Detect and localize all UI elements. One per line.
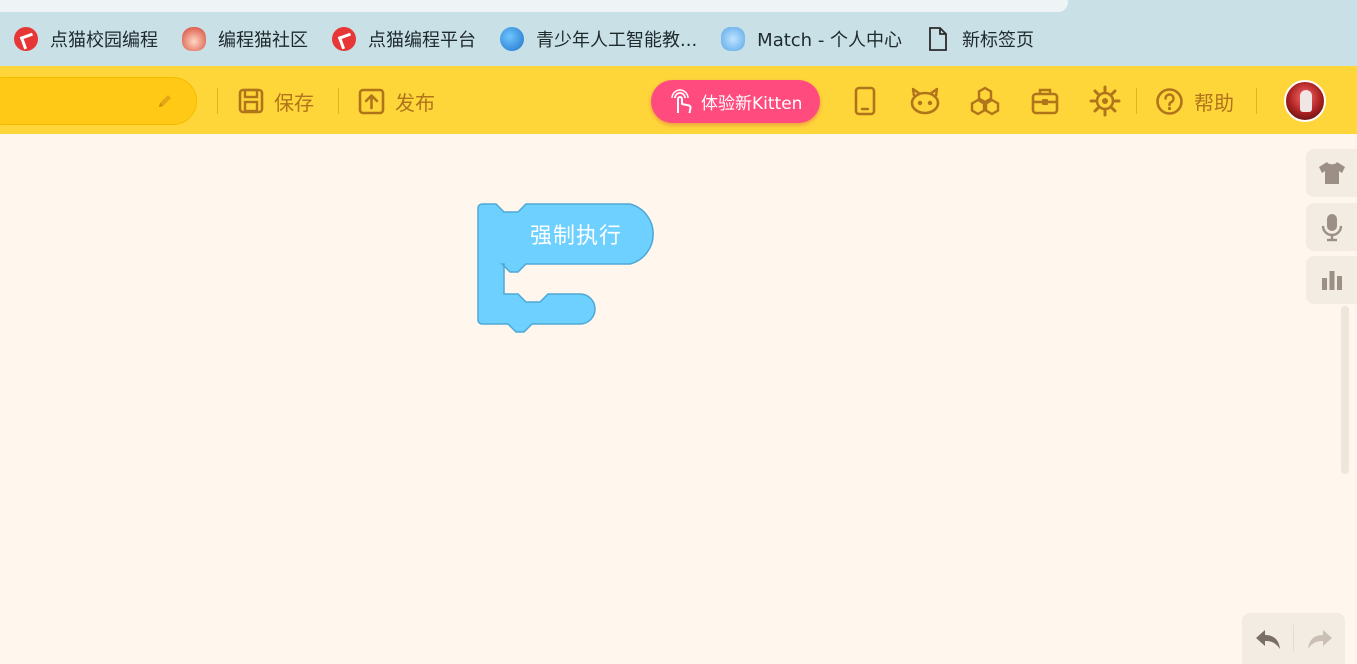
toolbar-divider xyxy=(217,88,218,114)
sound-tab[interactable] xyxy=(1306,203,1357,251)
character-button[interactable] xyxy=(908,84,942,118)
save-label: 保存 xyxy=(274,90,314,115)
settings-button[interactable] xyxy=(1088,84,1122,118)
pencil-icon xyxy=(159,95,171,107)
toolbar-divider xyxy=(1256,88,1257,114)
project-name-input[interactable] xyxy=(0,77,197,125)
browser-tab-strip xyxy=(0,0,1357,12)
toolbox-icon xyxy=(1031,88,1059,115)
bookmark-label: 点猫编程平台 xyxy=(368,30,476,51)
try-kitten-button[interactable]: 体验新Kitten xyxy=(651,80,820,123)
undo-redo-panel xyxy=(1242,613,1345,664)
globe-icon xyxy=(500,27,524,51)
block-label: 强制执行 xyxy=(530,224,623,249)
try-kitten-label: 体验新Kitten xyxy=(701,94,803,114)
gear-icon xyxy=(1089,85,1121,117)
undo-button[interactable] xyxy=(1253,625,1283,653)
microphone-icon xyxy=(1321,214,1342,242)
bird-icon xyxy=(721,27,746,51)
help-button[interactable]: 帮助 xyxy=(1155,84,1234,118)
undo-icon xyxy=(1256,630,1280,649)
costume-tab[interactable] xyxy=(1306,149,1357,197)
backpack-button[interactable] xyxy=(1028,84,1062,118)
save-button[interactable]: 保存 xyxy=(238,84,314,118)
toolbar-divider xyxy=(1136,88,1137,114)
toolbar-divider xyxy=(338,88,339,114)
help-circle-icon xyxy=(1156,87,1183,115)
bookmark-label: 新标签页 xyxy=(962,30,1035,51)
codemao-cat-icon xyxy=(182,27,206,51)
bookmark-dianmao-school[interactable]: 点猫校园编程 xyxy=(14,26,158,52)
bookmark-label: 编程猫社区 xyxy=(218,30,308,51)
device-preview-button[interactable] xyxy=(848,84,882,118)
hexagons-icon xyxy=(970,86,1000,116)
publish-icon xyxy=(358,88,385,114)
bookmark-new-tab[interactable]: 新标签页 xyxy=(926,26,1034,52)
publish-label: 发布 xyxy=(395,90,435,115)
bookmark-dianmao-platform[interactable]: 点猫编程平台 xyxy=(332,26,476,52)
bookmark-label: 青少年人工智能教... xyxy=(536,30,698,51)
help-label: 帮助 xyxy=(1194,90,1234,115)
save-icon xyxy=(238,88,264,114)
address-bar[interactable] xyxy=(0,0,1068,12)
redo-button[interactable] xyxy=(1305,625,1335,653)
variables-tab[interactable] xyxy=(1306,256,1357,304)
cat-face-icon xyxy=(910,87,940,115)
dianmao-icon xyxy=(332,27,356,51)
tablet-icon xyxy=(854,86,876,116)
bookmark-label: 点猫校园编程 xyxy=(50,30,158,51)
undo-redo-divider xyxy=(1293,625,1294,651)
redo-icon xyxy=(1308,630,1332,649)
page-icon xyxy=(926,27,950,51)
bookmarks-bar: 点猫校园编程 编程猫社区 点猫编程平台 青少年人工智能教... Match - … xyxy=(0,12,1357,66)
dianmao-icon xyxy=(14,27,38,51)
shirt-icon xyxy=(1318,162,1345,184)
bookmark-label: Match - 个人中心 xyxy=(757,30,903,51)
touch-hand-icon xyxy=(671,88,692,113)
user-avatar[interactable] xyxy=(1284,80,1326,122)
workspace-scrollbar[interactable] xyxy=(1341,306,1349,474)
bar-chart-icon xyxy=(1321,271,1342,290)
publish-button[interactable]: 发布 xyxy=(358,84,435,118)
code-workspace[interactable] xyxy=(0,134,1357,664)
bookmark-ai-education[interactable]: 青少年人工智能教... xyxy=(500,26,697,52)
editor-toolbar: 保存 发布 体验新Kitten 帮助 xyxy=(0,66,1357,134)
extensions-button[interactable] xyxy=(968,84,1002,118)
bookmark-match-profile[interactable]: Match - 个人中心 xyxy=(721,26,902,52)
bookmark-codemao-community[interactable]: 编程猫社区 xyxy=(182,26,308,52)
